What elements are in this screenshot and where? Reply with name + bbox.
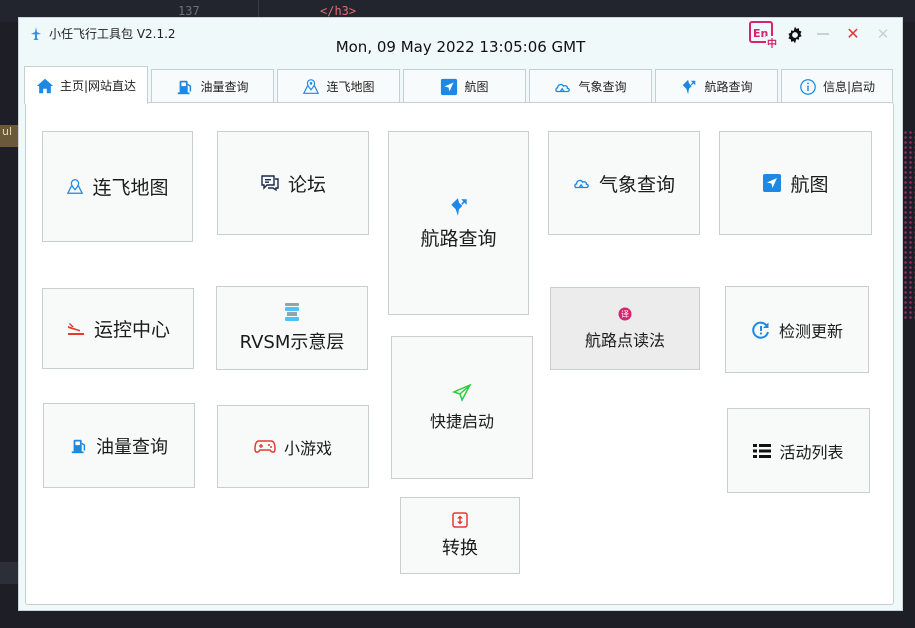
tab-home[interactable]: 主页|网站直达 — [24, 66, 148, 104]
tab-route-label: 航路查询 — [704, 80, 753, 94]
forum-label: 论坛 — [287, 173, 326, 196]
tab-info-label: 信息|启动 — [822, 80, 876, 94]
map-pin-icon — [303, 78, 320, 94]
activity-list-button[interactable]: 活动列表 — [727, 408, 870, 493]
activity-list-label: 活动列表 — [779, 442, 844, 462]
ops-center-label: 运控中心 — [93, 319, 170, 341]
check-update-button[interactable]: 检测更新 — [725, 286, 869, 373]
mini-game-button[interactable]: 小游戏 — [217, 405, 369, 488]
route-query-label: 航路查询 — [420, 227, 497, 250]
minimize-button[interactable] — [817, 33, 829, 35]
route-arrows-icon — [683, 79, 696, 94]
tab-home-label: 主页|网站直达 — [59, 79, 137, 93]
cloud-sun-icon — [574, 179, 589, 189]
chart-label: 航图 — [790, 173, 829, 196]
route-arrows-icon — [450, 197, 467, 216]
fuel-pump-icon — [71, 439, 86, 453]
rvsm-button[interactable]: RVSM示意层 — [216, 286, 368, 370]
editor-code-line: </h3> — [320, 4, 357, 18]
refresh-update-icon — [752, 321, 769, 339]
tab-chart[interactable]: 航图 — [403, 69, 526, 103]
fuel-query-button[interactable]: 油量查询 — [43, 403, 195, 488]
ops-center-button[interactable]: 运控中心 — [42, 288, 194, 369]
weather-query-button[interactable]: 气象查询 — [548, 131, 700, 235]
tab-lianfei-map-label: 连飞地图 — [326, 80, 375, 94]
tab-info[interactable]: 信息|启动 — [781, 69, 893, 103]
gamepad-icon — [254, 439, 276, 453]
gear-icon[interactable] — [785, 25, 805, 45]
chat-bubbles-icon — [261, 175, 279, 192]
tab-fuel-label: 油量查询 — [200, 80, 249, 94]
language-switch-icon[interactable]: En 中 — [749, 21, 779, 49]
editor-line-number: 137 — [178, 4, 200, 18]
check-update-label: 检测更新 — [778, 321, 843, 341]
forum-button[interactable]: 论坛 — [217, 131, 369, 235]
waypoint-reading-button[interactable]: 译 航路点读法 — [550, 287, 700, 370]
rvsm-label: RVSM示意层 — [239, 332, 345, 353]
home-icon — [36, 78, 54, 93]
airplane-takeoff-icon — [67, 322, 84, 335]
close-button[interactable]: ✕ — [845, 26, 861, 42]
tab-chart-label: 航图 — [464, 80, 489, 94]
convert-button[interactable]: 转换 — [400, 497, 520, 574]
tab-fuel[interactable]: 油量查询 — [151, 69, 274, 103]
mini-game-label: 小游戏 — [283, 438, 332, 458]
fuel-pump-icon — [178, 80, 192, 94]
layers-tower-icon — [285, 303, 299, 321]
info-icon — [800, 78, 816, 95]
lianfei-map-label: 连飞地图 — [92, 177, 169, 199]
cloud-sun-icon — [555, 83, 571, 92]
paper-plane-icon — [452, 383, 472, 402]
fuel-query-label: 油量查询 — [96, 436, 168, 458]
waypoint-reading-label: 航路点读法 — [584, 330, 665, 350]
background-left-marker: ul — [0, 125, 18, 147]
close-secondary-button[interactable]: ✕ — [875, 26, 891, 42]
svg-text:中: 中 — [767, 37, 777, 49]
quick-launch-label: 快捷启动 — [429, 411, 494, 431]
tab-lianfei-map[interactable]: 连飞地图 — [277, 69, 400, 103]
chart-button[interactable]: 航图 — [719, 131, 872, 235]
tab-route[interactable]: 航路查询 — [655, 69, 778, 103]
lianfei-map-button[interactable]: 连飞地图 — [42, 131, 193, 242]
quick-launch-button[interactable]: 快捷启动 — [391, 336, 533, 479]
list-icon — [753, 443, 772, 458]
translate-badge-icon: 译 — [618, 307, 632, 320]
svg-text:译: 译 — [621, 310, 629, 319]
tab-weather[interactable]: 气象查询 — [529, 69, 652, 103]
weather-query-label: 气象查询 — [598, 173, 675, 196]
title-bar[interactable]: 小任飞行工具包 V2.1.2 Mon, 09 May 2022 13:05:06… — [19, 18, 902, 68]
swap-vertical-icon — [452, 511, 468, 528]
tab-weather-label: 气象查询 — [578, 80, 627, 94]
route-query-button[interactable]: 航路查询 — [388, 131, 529, 315]
navigation-arrow-icon — [441, 78, 458, 95]
app-window: 小任飞行工具包 V2.1.2 Mon, 09 May 2022 13:05:06… — [18, 17, 903, 611]
convert-label: 转换 — [442, 537, 478, 559]
map-pin-icon — [67, 178, 84, 194]
navigation-arrow-icon — [763, 174, 782, 192]
background-bottom-marker — [0, 562, 18, 584]
